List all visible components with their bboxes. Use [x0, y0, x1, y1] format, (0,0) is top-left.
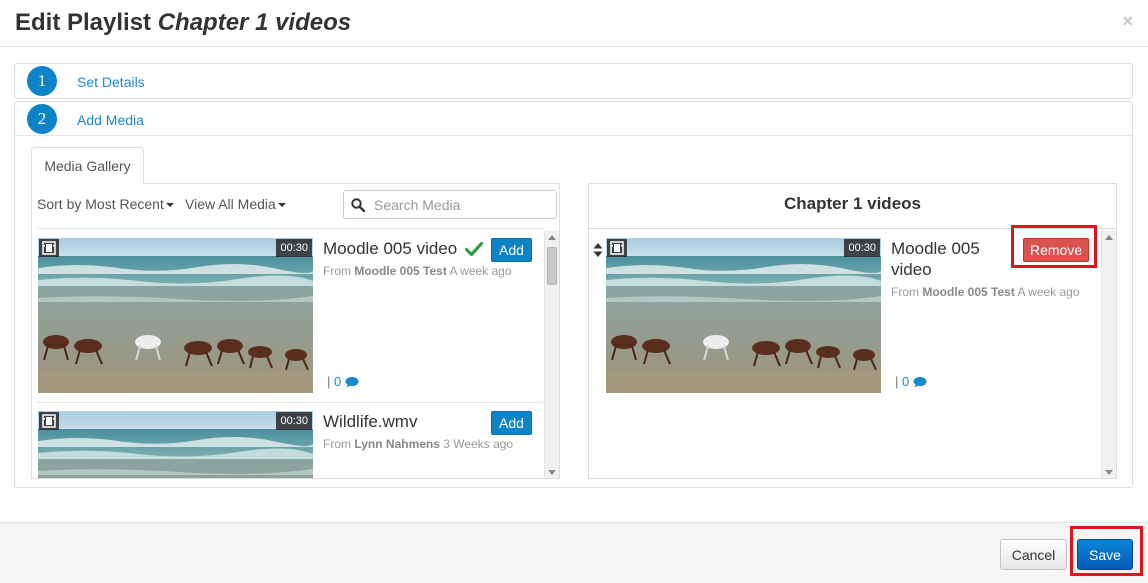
caret-down-icon — [165, 203, 174, 208]
close-icon[interactable]: × — [1122, 11, 1133, 32]
step-label-set-details[interactable]: Set Details — [77, 74, 145, 90]
remove-button[interactable]: Remove — [1023, 238, 1090, 262]
media-stats: | 0 — [895, 374, 927, 389]
view-filter-label: View All Media — [185, 196, 276, 212]
sort-handle-icon[interactable] — [593, 243, 603, 257]
from-label: From — [891, 285, 919, 299]
scroll-down-icon[interactable] — [1105, 470, 1113, 475]
step-number-badge: 2 — [27, 104, 57, 134]
step-header[interactable]: 2 Add Media — [15, 102, 1132, 136]
check-icon — [465, 241, 483, 257]
playlist-title: Chapter 1 videos — [784, 194, 921, 213]
from-label: From — [323, 264, 351, 278]
media-author: Moodle 005 Test — [354, 264, 447, 278]
media-title[interactable]: Moodle 005 video — [891, 238, 1016, 280]
save-button[interactable]: Save — [1077, 539, 1133, 570]
scroll-up-icon[interactable] — [548, 235, 556, 240]
film-icon — [607, 239, 627, 257]
step-header[interactable]: 1 Set Details — [15, 64, 1132, 98]
sort-dropdown[interactable]: Sort by Most Recent — [37, 196, 174, 212]
comment-count[interactable]: 0 — [902, 374, 909, 389]
search-input[interactable] — [374, 195, 549, 215]
search-icon[interactable] — [351, 198, 365, 212]
tab-media-gallery[interactable]: Media Gallery — [31, 147, 144, 184]
media-gallery-panel: Sort by Most Recent View All Media 00:30… — [31, 183, 560, 479]
duration-badge: 00:30 — [276, 239, 312, 257]
scrollbar-thumb[interactable] — [547, 247, 557, 285]
sort-dropdown-label: Sort by Most Recent — [37, 196, 164, 212]
step-number-badge: 1 — [27, 66, 57, 96]
media-author: Moodle 005 Test — [922, 285, 1015, 299]
thumbnail-image — [606, 238, 881, 393]
media-stats: | 0 — [327, 374, 359, 389]
scroll-down-icon[interactable] — [548, 470, 556, 475]
media-meta: From Moodle 005 Test A week ago — [891, 285, 1080, 299]
duration-badge: 00:30 — [844, 239, 880, 257]
modal-header: Edit Playlist Chapter 1 videos × — [0, 0, 1148, 47]
cancel-button[interactable]: Cancel — [1000, 539, 1067, 570]
playlist-panel: Chapter 1 videos 00:30 Moodle 005 video … — [588, 183, 1117, 479]
list-item: 00:30 Wildlife.wmv Add From Lynn Nahmens… — [38, 411, 543, 479]
media-time: 3 Weeks ago — [443, 437, 514, 451]
add-button[interactable]: Add — [491, 411, 532, 435]
media-meta: From Lynn Nahmens 3 Weeks ago — [323, 437, 513, 451]
playlist-item: 00:30 Moodle 005 video Remove From Moodl… — [606, 238, 1096, 403]
modal-footer: Cancel Save — [0, 522, 1148, 583]
from-label: From — [323, 437, 351, 451]
step-label-add-media[interactable]: Add Media — [77, 112, 144, 128]
modal-title-playlist-name: Chapter 1 videos — [157, 9, 352, 36]
media-time: A week ago — [1017, 285, 1080, 299]
media-time: A week ago — [449, 264, 512, 278]
modal-title-prefix: Edit Playlist — [15, 9, 152, 36]
step-add-media: 2 Add Media Media Gallery Sort by Most R… — [14, 101, 1133, 488]
comment-icon[interactable] — [913, 376, 927, 388]
media-title[interactable]: Moodle 005 video — [323, 239, 457, 259]
comment-icon[interactable] — [345, 376, 359, 388]
modal-title: Edit Playlist Chapter 1 videos — [15, 9, 351, 37]
list-item: 00:30 Moodle 005 video Add From Moodle 0… — [38, 238, 543, 403]
thumbnail-image — [38, 411, 313, 479]
gallery-scrollbar[interactable] — [544, 231, 559, 478]
film-icon — [39, 412, 59, 430]
duration-badge: 00:30 — [276, 412, 312, 430]
divider — [37, 402, 543, 403]
caret-down-icon — [277, 203, 286, 208]
media-author: Lynn Nahmens — [354, 437, 440, 451]
video-thumbnail[interactable]: 00:30 — [38, 238, 313, 393]
video-thumbnail[interactable]: 00:30 — [38, 411, 313, 479]
playlist-scrollbar[interactable] — [1101, 231, 1116, 478]
comment-count[interactable]: 0 — [334, 374, 341, 389]
divider — [589, 228, 1116, 229]
thumbnail-image — [38, 238, 313, 393]
search-box — [343, 190, 557, 219]
media-meta: From Moodle 005 Test A week ago — [323, 264, 512, 278]
add-button[interactable]: Add — [491, 238, 532, 262]
divider — [37, 228, 543, 229]
media-title[interactable]: Wildlife.wmv — [323, 412, 417, 432]
view-filter-dropdown[interactable]: View All Media — [185, 196, 286, 212]
video-thumbnail[interactable]: 00:30 — [606, 238, 881, 393]
film-icon — [39, 239, 59, 257]
step-set-details: 1 Set Details — [14, 63, 1133, 99]
scroll-up-icon[interactable] — [1105, 235, 1113, 240]
